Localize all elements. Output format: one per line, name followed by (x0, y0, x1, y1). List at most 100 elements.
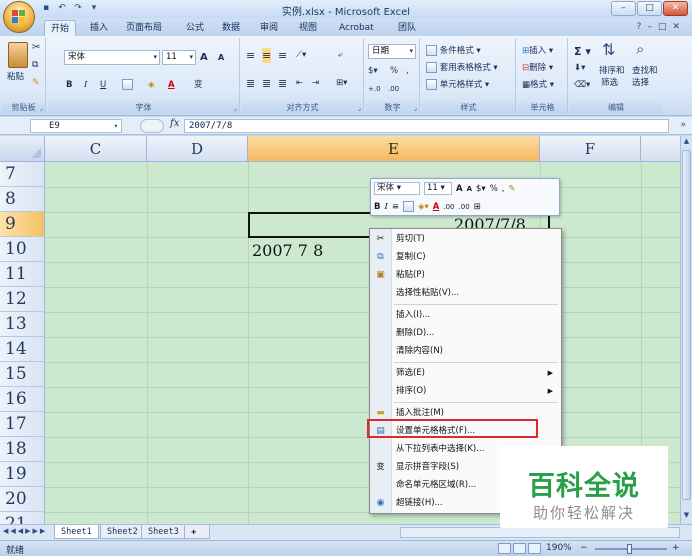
sheet-navigation-icon[interactable]: ◀◀◀▶▶▶ (3, 527, 47, 535)
mini-italic-button[interactable]: I (384, 202, 387, 212)
row-header-7[interactable]: 7 (0, 162, 45, 187)
tab-acrobat[interactable]: Acrobat (333, 20, 380, 36)
clear-icon[interactable]: ⌫▾ (574, 78, 590, 93)
zoom-out-button[interactable]: − (580, 543, 588, 553)
number-format-select[interactable]: 日期 ▾ (368, 44, 416, 59)
dialog-launcher-icon[interactable]: ⌟ (234, 102, 237, 114)
format-painter-icon[interactable]: ✎ (32, 76, 40, 91)
mini-percent-button[interactable]: % (490, 184, 498, 194)
fill-icon[interactable]: ⬇▾ (574, 61, 585, 76)
mini-bold-button[interactable]: B (374, 202, 380, 212)
sort-filter-icon[interactable]: ⇅ (602, 42, 615, 58)
scroll-down-icon[interactable]: ▼ (681, 511, 692, 523)
row-header-15[interactable]: 15 (0, 362, 45, 387)
maximize-button[interactable]: □ (637, 1, 662, 16)
mini-shrink-font-button[interactable]: A (467, 185, 472, 193)
mini-align-center-button[interactable]: ≡ (392, 202, 399, 212)
horizontal-scrollbar[interactable] (400, 527, 680, 538)
mini-merge-icon[interactable]: ⊞ (474, 202, 481, 212)
select-all-corner[interactable] (0, 136, 45, 162)
dialog-launcher-icon[interactable]: ⌟ (414, 102, 417, 114)
row-header-11[interactable]: 11 (0, 262, 45, 287)
sheet-tab-2[interactable]: Sheet2 (100, 525, 145, 539)
chevron-down-icon[interactable]: ▾ (114, 120, 118, 132)
cell-styles-button[interactable]: 单元格样式 ▾ (426, 78, 489, 93)
italic-button[interactable]: I (84, 78, 87, 93)
row-header-10[interactable]: 10 (0, 237, 45, 262)
sheet-tab-3[interactable]: Sheet3 (141, 525, 186, 539)
zoom-level[interactable]: 190% (546, 543, 572, 553)
tab-team[interactable]: 团队 (392, 20, 422, 36)
menu-item-sort[interactable]: 排序(O) ▶ (370, 382, 561, 400)
row-header-12[interactable]: 12 (0, 287, 45, 312)
cell-d10[interactable]: 2007 7 8 (252, 241, 323, 260)
row-header-17[interactable]: 17 (0, 412, 45, 437)
align-left-icon[interactable]: ≣ (246, 76, 255, 91)
menu-item-paste-special[interactable]: 选择性粘贴(V)... (370, 284, 561, 302)
row-header-14[interactable]: 14 (0, 337, 45, 362)
column-header-g[interactable] (641, 136, 680, 162)
dialog-launcher-icon[interactable]: ⌟ (358, 102, 361, 114)
vertical-scrollbar[interactable]: ▲ ▼ (680, 136, 692, 524)
orientation-icon[interactable]: ⟋▾ (296, 48, 306, 63)
tab-review[interactable]: 审阅 (254, 20, 284, 36)
row-header-16[interactable]: 16 (0, 387, 45, 412)
tab-formulas[interactable]: 公式 (180, 20, 210, 36)
row-header-9[interactable]: 9 (0, 212, 45, 237)
column-header-c[interactable]: C (45, 136, 147, 162)
mini-border-icon[interactable] (402, 201, 414, 212)
align-center-icon[interactable]: ≣ (262, 76, 271, 91)
merge-center-icon[interactable]: ⊞▾ (336, 76, 347, 91)
find-select-icon[interactable]: ⌕ (636, 42, 644, 57)
office-button[interactable] (3, 1, 35, 33)
scroll-up-icon[interactable]: ▲ (681, 137, 692, 149)
shrink-font-button[interactable]: A (218, 50, 224, 65)
mini-size-select[interactable]: 11 ▾ (424, 182, 452, 195)
paste-button[interactable]: 粘贴 (7, 70, 24, 85)
tab-home[interactable]: 开始 (44, 20, 77, 36)
mini-font-color-button[interactable]: A (433, 202, 440, 212)
tab-view[interactable]: 视图 (293, 20, 323, 36)
column-header-f[interactable]: F (540, 136, 641, 162)
mini-comma-button[interactable]: , (502, 184, 505, 194)
column-header-e[interactable]: E (248, 136, 540, 162)
align-top-icon[interactable]: ≡ (246, 48, 255, 63)
border-button[interactable] (122, 78, 133, 93)
normal-view-icon[interactable] (498, 543, 511, 554)
font-size-select[interactable]: 11 ▾ (162, 50, 196, 65)
formula-input[interactable]: 2007/7/8 (184, 119, 669, 133)
tab-insert[interactable]: 插入 (84, 20, 114, 36)
page-break-view-icon[interactable] (528, 543, 541, 554)
mini-format-painter-icon[interactable]: ✎ (508, 184, 515, 194)
fill-color-button[interactable]: ◈ (148, 78, 155, 93)
close-button[interactable]: ✕ (663, 1, 688, 16)
mini-font-select[interactable]: 宋体 ▾ (374, 182, 420, 195)
row-header-13[interactable]: 13 (0, 312, 45, 337)
sheet-tab-1[interactable]: Sheet1 (54, 525, 99, 539)
expand-formula-icon[interactable]: » (680, 120, 686, 130)
menu-item-cut[interactable]: ✂ 剪切(T) (370, 230, 561, 248)
scroll-thumb[interactable] (682, 150, 691, 500)
menu-item-insert[interactable]: 插入(I)... (370, 306, 561, 324)
row-header-19[interactable]: 19 (0, 462, 45, 487)
menu-item-clear-contents[interactable]: 清除内容(N) (370, 342, 561, 360)
font-color-button[interactable]: A (168, 78, 175, 93)
minimize-button[interactable]: – (611, 1, 636, 16)
comma-button[interactable]: , (406, 64, 409, 79)
align-right-icon[interactable]: ≣ (278, 76, 287, 91)
delete-cells-button[interactable]: ⊟删除 ▾ (522, 61, 553, 76)
page-layout-view-icon[interactable] (513, 543, 526, 554)
insert-function-button[interactable]: fx (170, 118, 179, 129)
row-header-8[interactable]: 8 (0, 187, 45, 212)
zoom-slider-knob[interactable] (627, 544, 632, 554)
increase-decimal-icon[interactable]: +.0 (368, 82, 381, 97)
zoom-in-button[interactable]: + (672, 543, 680, 553)
autosum-button[interactable]: Σ ▾ (574, 44, 591, 59)
name-box[interactable]: E9 ▾ (30, 119, 122, 133)
wrap-text-icon[interactable]: ⤶ (338, 48, 343, 63)
align-bottom-icon[interactable]: ≡ (278, 48, 287, 63)
underline-button[interactable]: U (100, 78, 106, 93)
font-name-select[interactable]: 宋体 ▾ (64, 50, 160, 65)
tab-page-layout[interactable]: 页面布局 (120, 20, 168, 36)
cut-icon[interactable]: ✂ (32, 40, 40, 55)
